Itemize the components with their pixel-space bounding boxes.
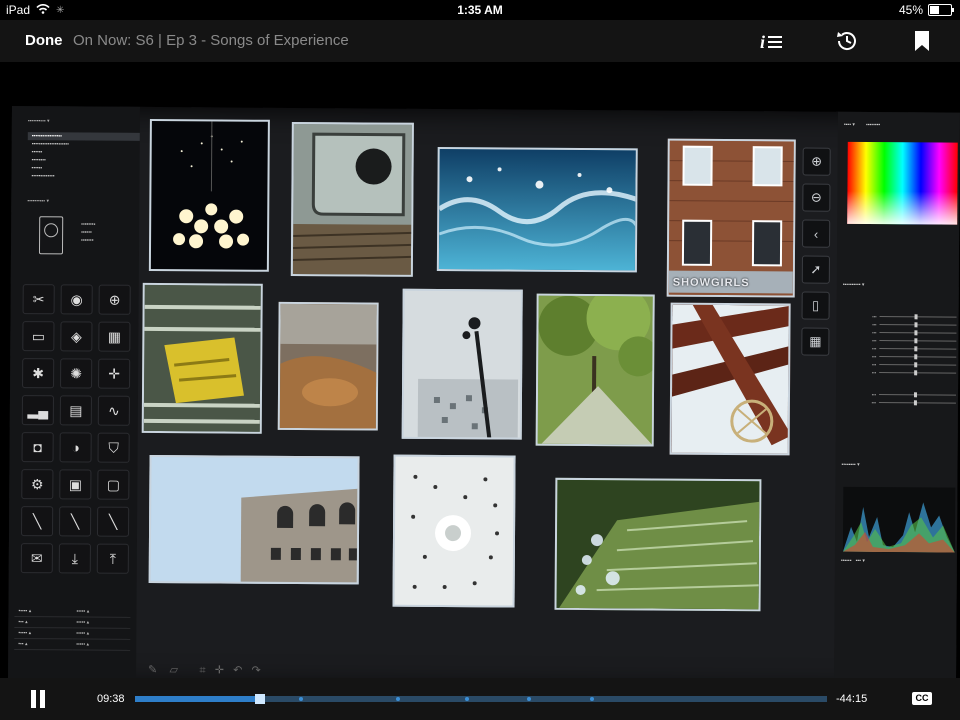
eraser-icon: ▱	[169, 664, 179, 677]
import-icon: ⤓	[58, 543, 91, 574]
scene-collections-heading: ▪▪▪▪▪▪▪▪▪▪ ▾	[27, 118, 50, 125]
photo-rusty-metal	[277, 301, 379, 431]
scene-tool-grid: ✂ ◉ ⊕ ▭ ◈ ▦ ✱ ✺ ✛ ▂▄ ▤ ∿ ◘ ◑ ⛉ ⚙ ▣ ▢ ╲ ╲	[20, 284, 131, 574]
scrubber-track[interactable]	[135, 694, 827, 704]
scissors-icon: ✂	[22, 284, 55, 315]
scene-adjustment-sliders: ▪▪▪ ▪▪▪ ▪▪▪ ▪▪▪ ▪▪▪ ▪▪▪ ▪▪▪ ▪▪▪ ▪▪▪ ▪▪▪	[846, 312, 957, 407]
photo-dandelion	[392, 454, 516, 608]
frame-icon: ▣	[59, 469, 92, 500]
chevron-left-icon: ‹	[802, 219, 831, 248]
bars-icon: ▤	[59, 395, 92, 426]
svg-text:i: i	[760, 32, 765, 52]
video-top-bar: Done On Now: S6 | Ep 3 - Songs of Experi…	[0, 20, 960, 62]
scene-adjustments-heading: ▪▪▪▪▪▪▪▪▪▪ ▾	[842, 281, 865, 288]
pen-icon: ✎	[148, 663, 158, 677]
target-icon: ⊕	[98, 284, 131, 315]
asterisk-icon: ✱	[22, 358, 55, 389]
scene-right-panel: ▪▪▪▪ ▾ ▪▪▪▪▪▪▪▪ ▪▪▪▪▪▪▪▪▪▪ ▾ ▪▪▪ ▪▪▪ ▪▪▪ ▪…	[833, 111, 960, 678]
pause-button[interactable]	[30, 690, 46, 708]
photo-chandelier	[148, 118, 270, 272]
status-time: 1:35 AM	[457, 3, 503, 17]
scene-source-label: ▪▪▪▪▪▪▪▪▪▪ ▾	[27, 198, 49, 205]
info-list-icon[interactable]: i	[758, 28, 784, 54]
photo-water-splash	[436, 146, 638, 273]
redo-icon: ↷	[251, 664, 261, 677]
zoom-in-icon: ⊕	[802, 147, 831, 176]
line-alt-icon: ╲	[96, 506, 130, 537]
undo-icon: ↶	[233, 664, 243, 677]
photo-wooden-beams	[669, 302, 791, 456]
scrubber-thumb[interactable]	[254, 694, 265, 704]
chapter-marker	[527, 697, 532, 701]
sparkle-icon: ✺	[60, 358, 93, 389]
shield-icon: ⛉	[97, 432, 130, 463]
video-frame[interactable]: ▪▪▪▪▪▪▪▪▪▪ ▾ ▪▪▪▪▪▪▪▪▪▪▪▪▪▪▪▪▪ ▪▪▪▪▪▪▪▪▪…	[0, 62, 960, 678]
showgirls-sign: SHOWGIRLS	[672, 276, 750, 290]
elapsed-time: 09:38	[97, 693, 125, 705]
battery-percent: 45%	[898, 3, 923, 17]
scene-histogram-heading: ▪▪▪▪▪▪▪▪ ▾	[841, 461, 860, 468]
done-button[interactable]: Done	[25, 32, 63, 49]
scene-nav-column: ⊕ ⊖ ‹ ➚ ▯ ▦	[796, 140, 833, 630]
move-icon: ✛	[214, 664, 225, 677]
scene-channel-heading: ▪▪▪▪▪▪ ▪▪▪ ▾	[840, 557, 865, 564]
scene-collection-list: ▪▪▪▪▪▪▪▪▪▪▪▪▪▪▪▪▪ ▪▪▪▪▪▪▪▪▪▪▪▪▪▪▪▪▪▪▪▪▪ …	[27, 132, 140, 181]
line-thick-icon: ╲	[58, 506, 92, 537]
crop-square-icon: ▭	[22, 321, 55, 352]
now-playing-title: On Now: S6 | Ep 3 - Songs of Experience	[73, 32, 349, 49]
cursor-icon: ➚	[801, 255, 830, 284]
history-icon[interactable]	[834, 28, 860, 54]
frame-alt-icon: ▢	[97, 469, 130, 500]
single-view-icon: ▯	[801, 291, 830, 320]
histogram-chart	[842, 486, 956, 553]
grid-view-icon: ▦	[801, 327, 830, 356]
circle-half-icon: ◑	[59, 432, 92, 463]
scene-bottom-toolbar: ✎ ▱ ⌗ ✛ ↶ ↷	[148, 663, 788, 678]
envelope-icon: ✉	[20, 543, 53, 574]
export-icon: ⤒	[96, 543, 129, 574]
chapter-marker	[395, 697, 400, 701]
photo-stone-hole	[290, 121, 414, 277]
move-icon: ✛	[98, 358, 131, 389]
hard-drive-icon	[38, 216, 64, 255]
color-spectrum	[847, 141, 958, 225]
line-icon: ╲	[20, 506, 54, 537]
closed-captions-button[interactable]: CC	[912, 692, 932, 705]
chapter-marker	[589, 697, 594, 701]
chapter-marker	[465, 697, 470, 701]
curve-icon: ∿	[97, 395, 130, 426]
crop-icon: ⌗	[199, 664, 206, 677]
square-fill-icon: ◘	[21, 432, 54, 463]
scene-panel-tabs: ▪▪▪▪▪ ▴ ▪▪▪▪▪ ▴ ▪▪▪ ▴ ▪▪▪▪▪ ▴ ▪▪▪▪▪ ▴ ▪▪▪▪▪…	[14, 606, 131, 651]
zoom-out-icon: ⊖	[802, 183, 831, 212]
bookmark-icon[interactable]	[909, 28, 935, 54]
photo-tree-path	[535, 293, 655, 447]
photo-yellow-chair	[141, 282, 263, 434]
scene-left-panel: ▪▪▪▪▪▪▪▪▪▪ ▾ ▪▪▪▪▪▪▪▪▪▪▪▪▪▪▪▪▪ ▪▪▪▪▪▪▪▪▪…	[7, 106, 140, 678]
gear-icon: ⚙	[21, 469, 54, 500]
battery-icon	[928, 4, 954, 16]
photo-showgirls-building: SHOWGIRLS	[666, 138, 796, 298]
chapter-marker	[299, 697, 304, 701]
levels-icon: ▂▄	[21, 395, 54, 426]
photo-lamppost	[401, 288, 523, 440]
eye-icon: ◉	[60, 284, 93, 315]
scene-drive-info: ▪▪▪▪▪▪▪▪ ▪▪▪▪▪▪ ▪▪▪▪▪▪▪	[81, 221, 96, 244]
video-scene-photo-editor: ▪▪▪▪▪▪▪▪▪▪ ▾ ▪▪▪▪▪▪▪▪▪▪▪▪▪▪▪▪▪ ▪▪▪▪▪▪▪▪▪…	[7, 106, 960, 678]
rotate-icon: ◈	[60, 321, 93, 352]
scrubber-progress	[135, 696, 260, 702]
remaining-time: -44:15	[836, 693, 868, 705]
photo-building-corner	[148, 454, 360, 585]
status-bar: iPad ✳ 1:35 AM 45%	[0, 0, 960, 20]
photo-green-fountain	[554, 477, 762, 612]
playback-bar: 09:38 -44:15 CC	[0, 678, 960, 720]
checker-icon: ▦	[98, 321, 131, 352]
scene-color-heading: ▪▪▪▪ ▾ ▪▪▪▪▪▪▪▪	[843, 121, 881, 129]
